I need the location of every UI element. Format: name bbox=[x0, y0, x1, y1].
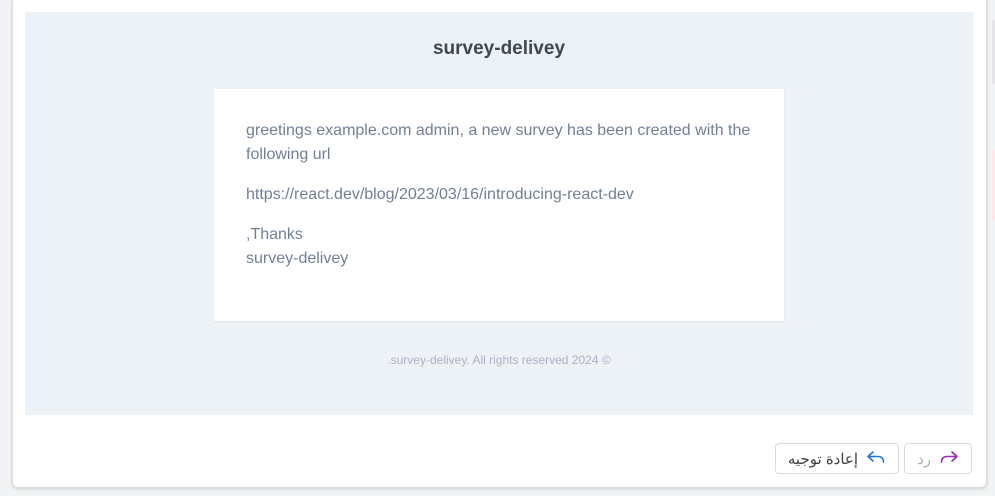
email-footer: .survey-delivey. All rights reserved 202… bbox=[387, 353, 611, 367]
forward-button-label: إعادة توجيه bbox=[787, 450, 859, 468]
message-actions: إعادة توجيه رد bbox=[774, 443, 972, 474]
email-signature: survey-delivey bbox=[246, 250, 349, 267]
email-content-frame: survey-delivey greetings example.com adm… bbox=[25, 12, 973, 415]
email-body: greetings example.com admin, a new surve… bbox=[214, 89, 784, 321]
reply-arrow-icon bbox=[866, 450, 886, 468]
forward-arrow-icon bbox=[939, 450, 959, 468]
reply-button-label: رد bbox=[917, 450, 931, 468]
message-card: survey-delivey greetings example.com adm… bbox=[12, 0, 987, 488]
email-greeting: greetings example.com admin, a new surve… bbox=[246, 122, 751, 163]
forward-button[interactable]: إعادة توجيه bbox=[774, 443, 900, 474]
reply-button[interactable]: رد bbox=[904, 443, 972, 474]
email-header-title: survey-delivey bbox=[432, 38, 566, 59]
survey-url[interactable]: https://react.dev/blog/2023/03/16/introd… bbox=[246, 183, 752, 207]
email-thanks: ,Thanks bbox=[246, 226, 303, 243]
